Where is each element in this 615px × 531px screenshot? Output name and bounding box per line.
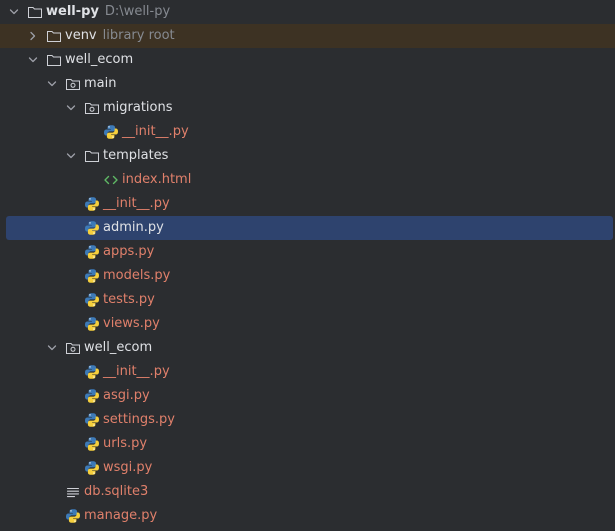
tree-node-label: tests.py (103, 292, 155, 307)
tree-node-migrations[interactable]: migrations (0, 96, 615, 120)
chevron-down-icon[interactable] (27, 54, 39, 66)
python-file-icon (84, 220, 100, 236)
tree-node-label: index.html (122, 172, 192, 187)
python-file-icon (65, 508, 81, 524)
chevron-down-icon[interactable] (65, 150, 77, 162)
tree-node-well-ecom-package[interactable]: well_ecom (0, 336, 615, 360)
tree-node-db-sqlite3[interactable]: db.sqlite3 (0, 480, 615, 504)
tree-node-label: well_ecom (65, 52, 134, 67)
chevron-down-icon[interactable] (65, 102, 77, 114)
tree-node-manage[interactable]: manage.py (0, 504, 615, 528)
tree-node-label: migrations (103, 100, 173, 115)
python-file-icon (84, 292, 100, 308)
tree-node-asgi[interactable]: asgi.py (0, 384, 615, 408)
folder-icon (46, 52, 62, 68)
tree-node-settings[interactable]: settings.py (0, 408, 615, 432)
chevron-down-icon[interactable] (46, 78, 58, 90)
python-file-icon (84, 196, 100, 212)
tree-node-package-init[interactable]: __init__.py (0, 360, 615, 384)
tree-node-label: apps.py (103, 244, 155, 259)
tree-node-main[interactable]: main (0, 72, 615, 96)
tree-node-urls[interactable]: urls.py (0, 432, 615, 456)
tree-node-label: __init__.py (122, 124, 189, 139)
python-file-icon (84, 244, 100, 260)
tree-node-label: settings.py (103, 412, 175, 427)
tree-node-tests[interactable]: tests.py (0, 288, 615, 312)
python-file-icon (84, 412, 100, 428)
package-folder-icon (65, 76, 81, 92)
tree-node-label: views.py (103, 316, 160, 331)
python-file-icon (84, 268, 100, 284)
python-file-icon (84, 316, 100, 332)
tree-node-admin[interactable]: admin.py (0, 216, 615, 240)
tree-node-label: urls.py (103, 436, 148, 451)
folder-icon (46, 28, 62, 44)
tree-node-models[interactable]: models.py (0, 264, 615, 288)
tree-node-label: well_ecom (84, 340, 153, 355)
text-file-icon (65, 484, 81, 500)
project-name: well-py D:\well-py (46, 4, 171, 19)
tree-node-label: manage.py (84, 508, 158, 523)
tree-node-label: __init__.py (103, 364, 170, 379)
tree-node-label: db.sqlite3 (84, 484, 149, 499)
tree-node-index-html[interactable]: index.html (0, 168, 615, 192)
html-file-icon (103, 172, 119, 188)
tree-node-label: admin.py (103, 220, 164, 235)
python-file-icon (84, 364, 100, 380)
tree-node-migrations-init[interactable]: __init__.py (0, 120, 615, 144)
python-file-icon (84, 460, 100, 476)
tree-node-label: asgi.py (103, 388, 150, 403)
package-folder-icon (65, 340, 81, 356)
package-folder-icon (84, 100, 100, 116)
tree-node-label: main (84, 76, 117, 91)
project-path: D:\well-py (104, 4, 171, 19)
tree-node-venv[interactable]: venv library root (0, 24, 615, 48)
tree-node-well-ecom[interactable]: well_ecom (0, 48, 615, 72)
python-file-icon (84, 388, 100, 404)
chevron-right-icon[interactable] (27, 30, 39, 42)
tree-node-apps[interactable]: apps.py (0, 240, 615, 264)
folder-icon (27, 4, 43, 20)
folder-icon (84, 148, 100, 164)
project-tree: well-py D:\well-py venv library root well_… (0, 0, 615, 531)
tree-node-label: templates (103, 148, 169, 163)
tree-node-views[interactable]: views.py (0, 312, 615, 336)
tree-node-label: models.py (103, 268, 171, 283)
python-file-icon (103, 124, 119, 140)
tree-node-main-init[interactable]: __init__.py (0, 192, 615, 216)
tree-node-project-root[interactable]: well-py D:\well-py (0, 0, 615, 24)
tree-node-templates[interactable]: templates (0, 144, 615, 168)
tree-node-label: __init__.py (103, 196, 170, 211)
tree-node-wsgi[interactable]: wsgi.py (0, 456, 615, 480)
chevron-down-icon[interactable] (46, 342, 58, 354)
chevron-down-icon[interactable] (8, 6, 20, 18)
python-file-icon (84, 436, 100, 452)
venv-label: venv library root (65, 28, 175, 43)
library-root-hint: library root (102, 28, 175, 43)
tree-node-label: wsgi.py (103, 460, 153, 475)
